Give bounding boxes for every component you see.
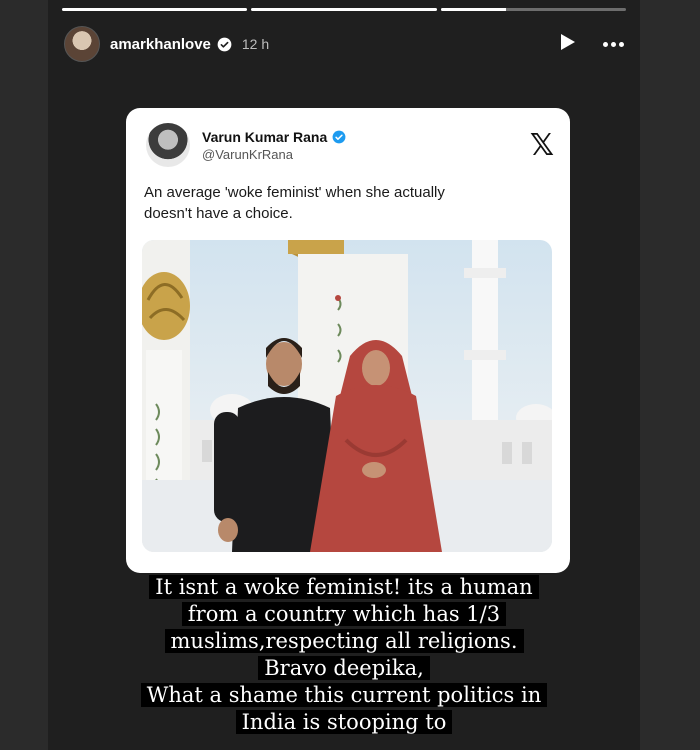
tweet-text: An average 'woke feminist' when she actu… [144, 182, 550, 224]
verified-badge-icon [217, 37, 232, 52]
avatar[interactable] [64, 26, 100, 62]
caption-line: India is stooping to [235, 710, 453, 734]
post-time: 12 h [241, 36, 270, 52]
progress-segment [62, 8, 248, 11]
story-progress-bars [62, 8, 626, 11]
more-options-icon[interactable] [603, 41, 624, 47]
play-icon[interactable] [559, 32, 577, 57]
tweet-handle: @VarunKrRana [202, 146, 293, 162]
caption-line: muslims,respecting all religions. [164, 629, 524, 653]
story-viewer[interactable]: amarkhanlove 12 h Varun Kumar Rana @Varu… [48, 0, 640, 750]
tweet-text-line: An average 'woke feminist' when she actu… [144, 184, 445, 201]
progress-segment [440, 8, 626, 11]
tweet-avatar [146, 123, 190, 167]
caption-line: What a shame this current politics in [140, 683, 548, 707]
tweet-author-name: Varun Kumar Rana [202, 128, 328, 145]
story-header: amarkhanlove 12 h [64, 26, 624, 62]
story-caption: It isnt a woke feminist! its a human fro… [48, 574, 640, 736]
tweet-text-line: doesn't have a choice. [144, 205, 293, 222]
caption-line: It isnt a woke feminist! its a human [149, 575, 539, 599]
caption-line: from a country which has 1/3 [181, 602, 507, 626]
tweet-verified-icon [332, 130, 346, 143]
caption-line: Bravo deepika, [258, 656, 430, 680]
tweet-card: Varun Kumar Rana @VarunKrRana 𝕏 An avera… [126, 108, 570, 573]
username[interactable]: amarkhanlove [110, 36, 211, 53]
progress-segment [251, 8, 437, 11]
tweet-photo [142, 240, 552, 552]
x-logo-icon: 𝕏 [529, 127, 554, 163]
